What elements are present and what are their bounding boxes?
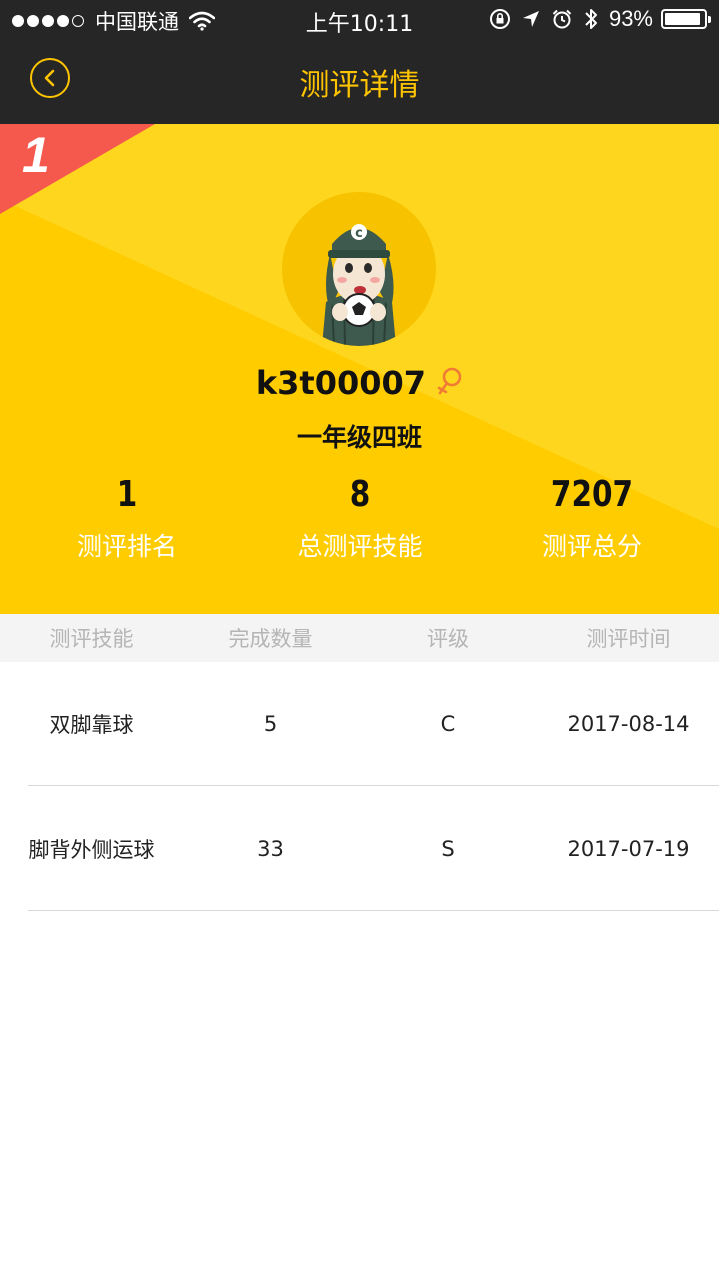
username: k3t00007: [255, 364, 427, 402]
cell-grade: S: [441, 837, 455, 861]
status-bar: 中国联通 上午10:11 93%: [0, 0, 719, 40]
rotation-lock-icon: [489, 9, 510, 29]
table-row[interactable]: 双脚靠球 5 C 2017-08-14: [0, 662, 719, 786]
stat-label: 测评排名: [76, 532, 177, 561]
cell-grade: C: [440, 712, 456, 736]
battery-icon: [661, 9, 711, 29]
stat-total-skills: 8 总测评技能: [240, 474, 480, 563]
rank-corner-number: 1: [22, 127, 50, 183]
svg-text:c: c: [355, 226, 363, 241]
battery-percent: 93%: [608, 6, 653, 31]
status-right: 93%: [489, 6, 711, 32]
stat-value: 8: [349, 474, 371, 515]
page-title: 测评详情: [299, 68, 420, 103]
stat-value: 7207: [550, 474, 634, 515]
cell-date: 2017-07-19: [567, 837, 690, 861]
alarm-icon: [552, 9, 572, 29]
stat-rank: 1 测评排名: [7, 474, 247, 563]
column-header-skill: 测评技能: [49, 627, 134, 651]
cell-skill: 脚背外侧运球: [28, 838, 155, 862]
column-header-date: 测评时间: [586, 627, 671, 651]
cell-count: 5: [263, 712, 278, 736]
class-name: 一年级四班: [296, 423, 422, 452]
cartoon-avatar-image: c: [282, 192, 436, 346]
column-header-grade: 评级: [427, 627, 469, 651]
nav-bar: 测评详情: [0, 40, 719, 124]
username-row: k3t00007: [0, 364, 719, 402]
profile-hero: 1 c k3t00007 一年级四班 1 测评排名 8 总测评技能 7207 测…: [0, 124, 719, 614]
row-divider: [28, 785, 719, 786]
row-divider: [28, 910, 719, 911]
avatar[interactable]: c: [282, 192, 436, 346]
stat-label: 测评总分: [541, 532, 642, 561]
female-icon: [437, 367, 462, 395]
column-header-count: 完成数量: [228, 627, 313, 651]
location-icon: [522, 11, 539, 27]
stat-total-score: 7207 测评总分: [472, 474, 712, 563]
table-row[interactable]: 脚背外侧运球 33 S 2017-07-19: [0, 787, 719, 911]
bluetooth-icon: [585, 9, 597, 29]
stat-value: 1: [116, 474, 138, 515]
table-header: 测评技能 完成数量 评级 测评时间: [0, 614, 719, 662]
cell-count: 33: [257, 837, 284, 861]
stat-label: 总测评技能: [297, 532, 423, 561]
cell-date: 2017-08-14: [567, 712, 690, 736]
cell-skill: 双脚靠球: [49, 713, 134, 737]
battery-fill: [665, 13, 701, 25]
